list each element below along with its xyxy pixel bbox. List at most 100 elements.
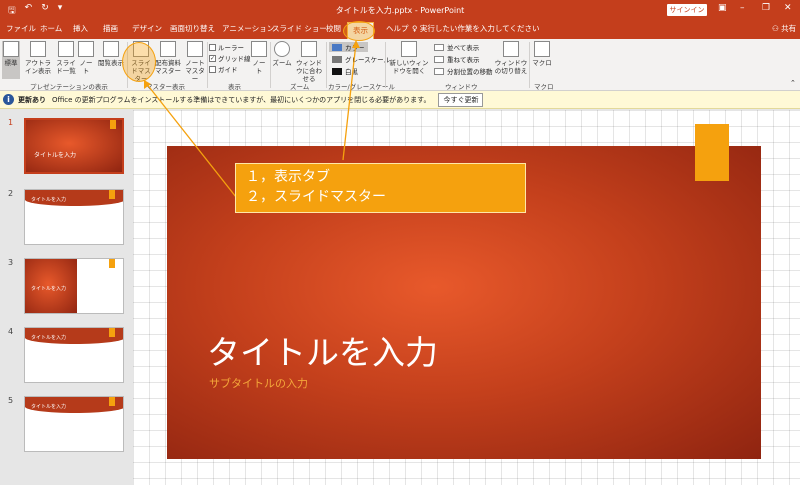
macro-button[interactable]: マクロ [531, 41, 553, 79]
minimize-icon[interactable]: – [740, 3, 745, 13]
notes-label: ノート [252, 59, 266, 75]
gridlines-checkbox[interactable]: ✓ グリッド線 [209, 53, 251, 63]
arrange-all-button[interactable]: 並べて表示 [434, 42, 479, 52]
normal-view-button[interactable]: 標準 [2, 41, 20, 79]
collapse-ribbon-icon[interactable]: ⌃ [790, 79, 796, 87]
color-button[interactable]: カラー [329, 42, 368, 52]
move-split-label: 分割位置の移動 [447, 68, 493, 76]
black-white-label: 白黒 [345, 68, 358, 76]
tab-animations[interactable]: アニメーション [222, 23, 274, 34]
slide-master-highlight [122, 42, 156, 82]
notes-page-label: ノート [79, 59, 93, 75]
group-label-window: ウィンドウ [445, 83, 478, 91]
group-separator [326, 42, 327, 88]
cascade-button[interactable]: 重ねて表示 [434, 54, 480, 64]
gridlines-label: グリッド線 [218, 55, 251, 63]
thumb-title: タイトルを入力 [34, 152, 77, 159]
group-label-show: 表示 [228, 83, 241, 91]
color-label: カラー [345, 44, 365, 52]
ruler-checkbox-box [209, 43, 216, 51]
slide-thumbnail-4[interactable]: タイトルを入力 [24, 327, 124, 383]
group-label-macro: マクロ [534, 83, 554, 91]
slide-title[interactable]: タイトルを入力 [207, 326, 438, 374]
handout-master-icon [160, 41, 176, 57]
grayscale-button[interactable]: グレースケール [329, 54, 393, 64]
tellme-search[interactable]: ♀ 実行したい作業を入力してください [412, 23, 539, 34]
switch-windows-icon [503, 41, 519, 57]
split-icon [434, 67, 444, 75]
tab-insert[interactable]: 挿入 [73, 23, 88, 34]
arrange-icon [434, 43, 444, 51]
outline-view-button[interactable]: アウトライン表示 [22, 41, 54, 79]
slide-sorter-label: スライド一覧 [56, 59, 76, 75]
slide-thumbnail-5[interactable]: タイトルを入力 [24, 396, 124, 452]
notes-master-label: ノートマスター [185, 59, 205, 83]
bw-swatch-icon [332, 67, 342, 75]
macro-label: マクロ [532, 59, 552, 67]
guides-checkbox[interactable]: ガイド [209, 64, 238, 74]
cascade-icon [434, 55, 444, 63]
new-window-button[interactable]: 新しいウィンドウを開く [387, 41, 431, 79]
signin-button[interactable]: サインイン [667, 4, 707, 16]
group-separator [529, 42, 530, 88]
fit-window-icon [301, 41, 317, 57]
thumb-tag [109, 259, 115, 268]
new-window-label: 新しいウィンドウを開く [389, 59, 429, 75]
slide-subtitle[interactable]: サブタイトルの入力 [209, 375, 308, 391]
black-white-button[interactable]: 白黒 [329, 66, 361, 76]
ribbon-display-icon[interactable]: ▣ [718, 3, 727, 13]
move-split-button[interactable]: 分割位置の移動 [434, 66, 493, 76]
thumb-background [26, 120, 122, 172]
guides-checkbox-box [209, 65, 216, 73]
thumb-tag [109, 190, 115, 199]
tab-design[interactable]: デザイン [132, 23, 162, 34]
slide-thumbnail-3[interactable]: タイトルを入力 [24, 258, 124, 314]
group-separator [270, 42, 271, 88]
slide-tag-decoration [695, 124, 729, 181]
cascade-label: 重ねて表示 [447, 56, 480, 64]
fit-to-window-label: ウィンドウに合わせる [296, 59, 322, 83]
reading-view-icon [103, 41, 119, 57]
share-button[interactable]: ⚇ 共有 [772, 23, 796, 34]
macro-icon [534, 41, 550, 57]
maximize-icon[interactable]: ❐ [762, 3, 770, 13]
group-separator [385, 42, 386, 88]
person-icon: ⚇ [772, 24, 779, 33]
notes-button[interactable]: ノート [250, 41, 268, 79]
slide-number: 3 [8, 258, 14, 267]
ruler-checkbox[interactable]: ルーラー [209, 42, 244, 52]
slide-thumbnail-1[interactable]: タイトルを入力 [24, 118, 124, 174]
update-now-button[interactable]: 今すぐ更新 [438, 92, 484, 107]
slide-number: 4 [8, 327, 14, 336]
update-message-bar: i 更新あり Office の更新プログラムをインストールする準備はできています… [0, 91, 800, 109]
handout-master-button[interactable]: 配布資料マスター [154, 41, 182, 79]
normal-view-label: 標準 [4, 59, 18, 67]
lightbulb-icon: ♀ [412, 24, 418, 33]
tab-help[interactable]: ヘルプ [386, 23, 409, 34]
notes-master-button[interactable]: ノートマスター [183, 41, 207, 83]
fit-to-window-button[interactable]: ウィンドウに合わせる [293, 41, 325, 83]
tab-draw[interactable]: 描画 [103, 23, 118, 34]
zoom-button[interactable]: ズーム [272, 41, 292, 79]
tab-transitions[interactable]: 画面切り替え [170, 23, 215, 34]
tab-review[interactable]: 校閲 [326, 23, 341, 34]
close-icon[interactable]: ✕ [784, 3, 792, 13]
slide-sorter-icon [58, 41, 74, 57]
title-bar: 🖫 ↶ ↻ ▾ タイトルを入力.pptx - PowerPoint サインイン … [0, 0, 800, 20]
grayscale-label: グレースケール [345, 56, 391, 64]
ruler-label: ルーラー [218, 44, 244, 52]
grayscale-swatch-icon [332, 55, 342, 63]
notes-page-button[interactable]: ノート [78, 41, 94, 79]
tab-file[interactable]: ファイル [6, 23, 36, 34]
magnifier-icon [274, 41, 290, 57]
annotation-callout: １，表示タブ ２，スライドマスター [235, 163, 526, 213]
slide-thumbnail-2[interactable]: タイトルを入力 [24, 189, 124, 245]
slide-sorter-button[interactable]: スライド一覧 [55, 41, 77, 79]
message-title: 更新あり [18, 95, 46, 104]
thumb-tag [110, 120, 116, 129]
switch-windows-label: ウィンドウの切り替え [494, 59, 528, 75]
tab-home[interactable]: ホーム [40, 23, 62, 34]
switch-windows-button[interactable]: ウィンドウの切り替え [494, 41, 528, 79]
thumb-title: タイトルを入力 [31, 286, 67, 292]
tab-slideshow[interactable]: スライド ショー [272, 23, 327, 34]
